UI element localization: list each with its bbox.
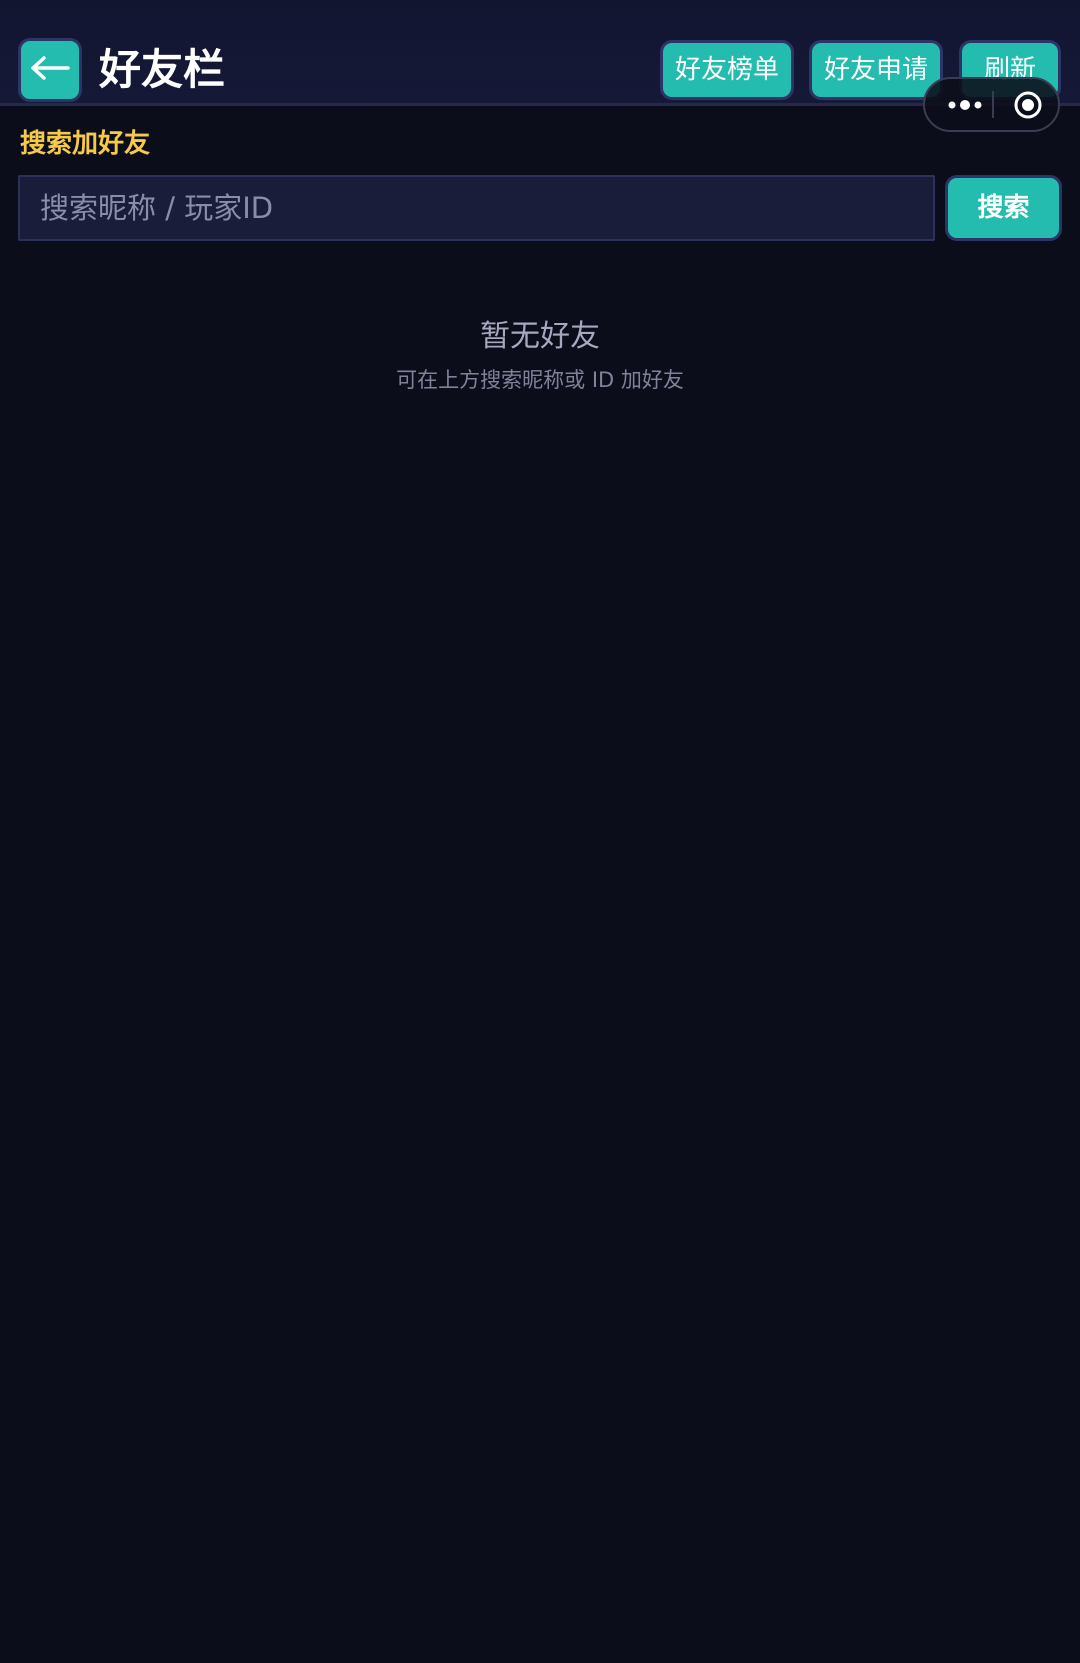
arrow-left-icon <box>30 56 70 84</box>
empty-state-hint: 可在上方搜索昵称或 ID 加好友 <box>396 368 684 392</box>
back-button[interactable] <box>18 38 82 102</box>
top-bar: 好友栏 好友榜单 好友申请 刷新 <box>0 0 1080 106</box>
friend-requests-button[interactable]: 好友申请 <box>809 40 943 100</box>
search-button[interactable]: 搜索 <box>945 175 1062 241</box>
search-section-label: 搜索加好友 <box>20 129 151 159</box>
friend-leaderboard-button[interactable]: 好友榜单 <box>660 40 794 100</box>
capsule-divider <box>992 91 994 118</box>
search-input[interactable] <box>18 175 935 241</box>
target-circle-icon[interactable] <box>1013 90 1043 120</box>
friends-page: 好友栏 好友榜单 好友申请 刷新 搜索加好友 搜索 暂无好友 可在上方搜索昵称或… <box>0 0 1080 1663</box>
miniprogram-capsule <box>923 77 1060 132</box>
more-dots-icon[interactable] <box>945 79 985 130</box>
page-title: 好友栏 <box>99 45 226 94</box>
empty-state-title: 暂无好友 <box>480 319 600 354</box>
